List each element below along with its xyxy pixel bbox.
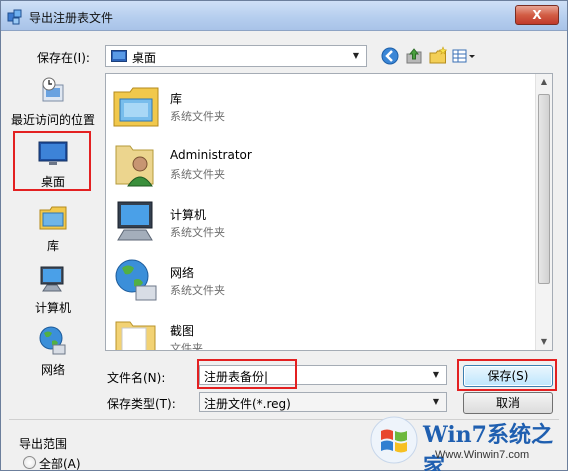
- location-bar: 保存在(I): 桌面 ▼: [1, 37, 567, 75]
- place-label: 网络: [40, 363, 65, 377]
- place-label: 库: [46, 239, 59, 253]
- highlight-desktop-place: [13, 131, 91, 191]
- place-network[interactable]: 网络: [7, 325, 99, 378]
- folder-icon: [115, 321, 156, 350]
- file-type: 系统文件夹: [170, 284, 225, 297]
- network-globe-icon: [115, 259, 157, 301]
- list-item[interactable]: 计算机 系统文件夹: [112, 194, 532, 250]
- export-registry-dialog: 导出注册表文件 X 保存在(I): 桌面 ▼ 最近访问的位置 桌面 库 计算机 …: [0, 0, 568, 471]
- file-name: 计算机: [170, 208, 207, 222]
- save-in-label: 保存在(I):: [37, 51, 90, 65]
- file-name: Administrator: [170, 148, 252, 162]
- filename-label: 文件名(N):: [107, 371, 166, 385]
- radio-all-label: 全部(A): [39, 457, 81, 471]
- vertical-scrollbar[interactable]: ▲ ▼: [535, 74, 552, 350]
- save-in-combo[interactable]: 桌面 ▼: [105, 45, 367, 67]
- highlight-save-button: [457, 359, 557, 391]
- save-in-value: 桌面: [132, 51, 157, 65]
- filetype-label: 保存类型(T):: [107, 397, 176, 411]
- desktop-icon: [111, 50, 127, 62]
- place-libraries[interactable]: 库: [7, 201, 99, 254]
- places-bar: 最近访问的位置 桌面 库 计算机 网络: [7, 73, 99, 385]
- list-item[interactable]: 库 系统文件夹: [112, 78, 532, 134]
- scroll-thumb[interactable]: [538, 94, 550, 284]
- recent-places-icon: [42, 77, 64, 102]
- registry-app-icon: [7, 9, 22, 25]
- file-list[interactable]: 库 系统文件夹 Administrator 系统文件夹 计算机 系统文件夹 网络…: [105, 73, 553, 351]
- place-computer[interactable]: 计算机: [7, 263, 99, 316]
- new-folder-icon[interactable]: [427, 45, 449, 67]
- file-name: 截图: [170, 324, 195, 338]
- place-label: 最近访问的位置: [10, 113, 95, 127]
- chevron-down-icon[interactable]: ▼: [347, 47, 365, 65]
- file-name: 库: [170, 92, 183, 106]
- libraries-icon: [39, 206, 67, 230]
- chevron-down-icon[interactable]: ▼: [427, 366, 445, 384]
- watermark: Win7系统之家 Www.Winwin7.com: [369, 409, 565, 471]
- scroll-down-icon[interactable]: ▼: [536, 334, 552, 350]
- computer-icon: [117, 201, 153, 241]
- file-type: 系统文件夹: [170, 168, 225, 181]
- scroll-up-icon[interactable]: ▲: [536, 74, 552, 90]
- filetype-value: 注册文件(*.reg): [204, 397, 291, 411]
- export-range-label: 导出范围: [19, 437, 68, 451]
- watermark-url: Www.Winwin7.com: [435, 449, 530, 461]
- watermark-brand: Win7系统之家: [423, 422, 553, 471]
- computer-icon: [40, 266, 64, 292]
- windows-logo-icon: [370, 416, 418, 464]
- file-type: 文件夹: [170, 342, 203, 351]
- list-item[interactable]: 网络 系统文件夹: [112, 252, 532, 308]
- file-type: 系统文件夹: [170, 110, 225, 123]
- dialog-title: 导出注册表文件: [29, 11, 114, 25]
- network-icon: [39, 326, 66, 355]
- list-item[interactable]: 截图 文件夹: [112, 310, 532, 351]
- list-item[interactable]: Administrator 系统文件夹: [112, 136, 532, 192]
- close-button[interactable]: X: [515, 5, 559, 25]
- place-recent[interactable]: 最近访问的位置: [7, 75, 99, 128]
- place-label: 计算机: [34, 301, 71, 315]
- back-icon[interactable]: [379, 45, 401, 67]
- highlight-filename: [197, 359, 297, 389]
- title-bar: 导出注册表文件 X: [1, 1, 567, 31]
- radio-all[interactable]: [23, 456, 36, 469]
- file-type: 系统文件夹: [170, 226, 225, 239]
- libraries-folder-icon: [113, 87, 159, 127]
- view-menu-icon[interactable]: [451, 45, 477, 67]
- user-folder-icon: [115, 145, 154, 187]
- up-folder-icon[interactable]: [403, 45, 425, 67]
- file-name: 网络: [170, 266, 195, 280]
